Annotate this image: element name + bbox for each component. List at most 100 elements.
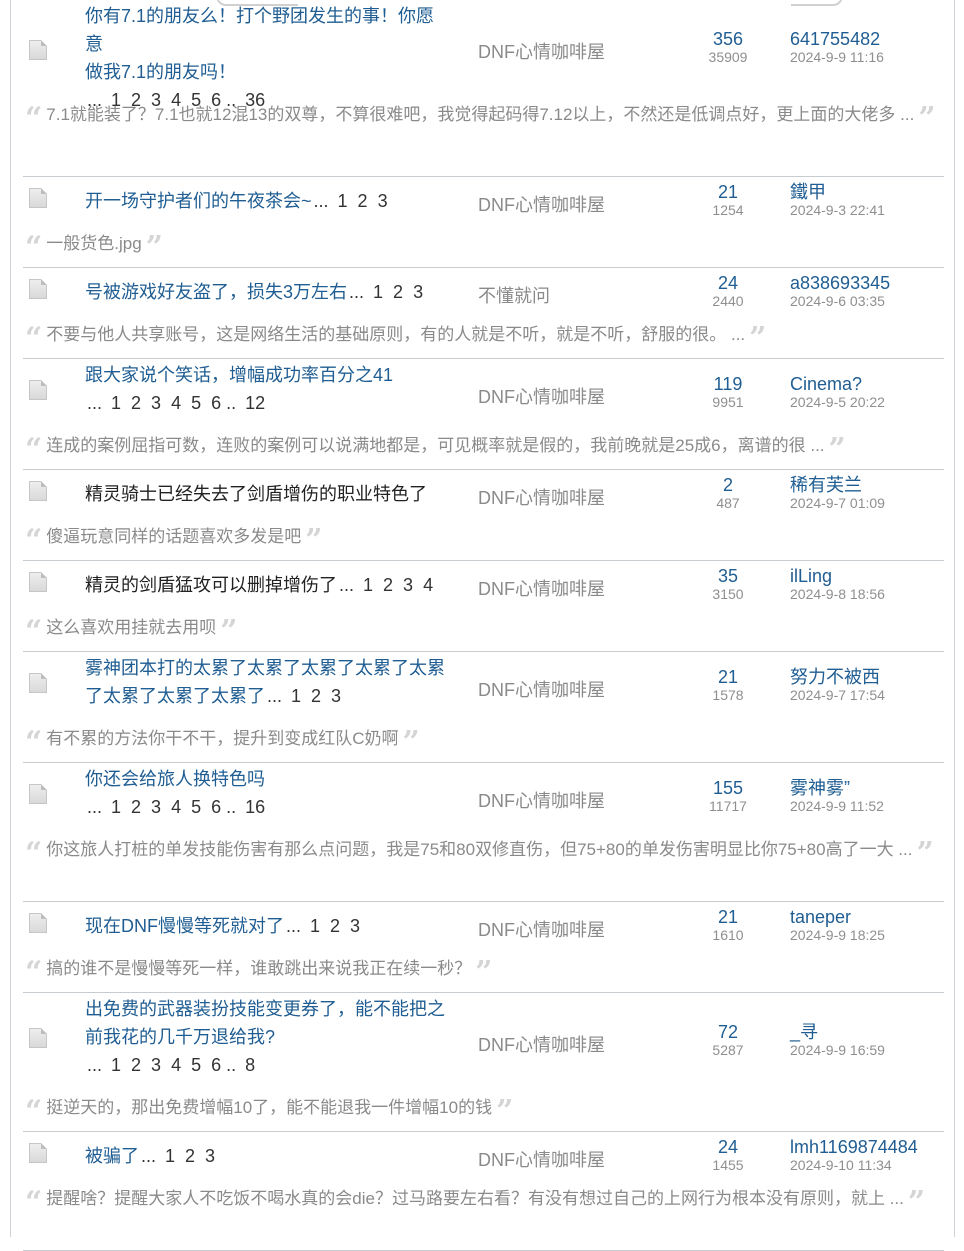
last-post-author[interactable]: a838693345	[790, 273, 960, 293]
forum-name[interactable]: DNF心情咖啡屋	[478, 191, 658, 217]
page-link-2[interactable]: 2	[131, 797, 141, 817]
forum-name[interactable]: DNF心情咖啡屋	[478, 575, 658, 601]
page-link-5[interactable]: 5	[191, 797, 201, 817]
page-link-5[interactable]: 5	[191, 393, 201, 413]
page-link-3[interactable]: 3	[151, 90, 161, 110]
reply-count[interactable]: 72	[693, 1022, 763, 1042]
page-link-1[interactable]: 1	[373, 282, 383, 302]
page-link-1[interactable]: 1	[363, 575, 373, 595]
thread-title-link[interactable]: 出免费的武器装扮技能变更券了，能不能把之	[85, 999, 445, 1019]
last-post-time[interactable]: 2024-9-9 16:59	[790, 1042, 960, 1058]
last-post-author[interactable]: ilLing	[790, 566, 960, 586]
page-link-1[interactable]: 1	[111, 797, 121, 817]
page-link-1[interactable]: 1	[111, 1055, 121, 1075]
page-link-1[interactable]: 1	[291, 686, 301, 706]
reply-count[interactable]: 2	[693, 475, 763, 495]
page-link-2[interactable]: 2	[131, 1055, 141, 1075]
last-post-time[interactable]: 2024-9-5 20:22	[790, 394, 960, 410]
last-post-author[interactable]: lmh1169874484	[790, 1137, 960, 1157]
page-link-3[interactable]: 3	[151, 797, 161, 817]
last-post-author[interactable]: taneper	[790, 907, 960, 927]
thread-title-link[interactable]: 精灵骑士已经失去了剑盾增伤的职业特色了	[85, 484, 427, 504]
last-post-time[interactable]: 2024-9-3 22:41	[790, 202, 960, 218]
forum-name[interactable]: DNF心情咖啡屋	[478, 484, 658, 510]
last-post-author[interactable]: 稀有芙兰	[790, 475, 960, 495]
last-post-author[interactable]: Cinema?	[790, 374, 960, 394]
reply-count[interactable]: 24	[693, 1137, 763, 1157]
last-post-author[interactable]: 雾神雾”	[790, 778, 960, 798]
page-link-3[interactable]: 3	[350, 916, 360, 936]
page-link-6[interactable]: 6	[211, 90, 221, 110]
last-post-time[interactable]: 2024-9-8 18:56	[790, 586, 960, 602]
page-link-last[interactable]: 16	[245, 797, 265, 817]
thread-title-link[interactable]: 了太累了太累了太累了	[85, 686, 265, 706]
page-link-3[interactable]: 3	[413, 282, 423, 302]
forum-name[interactable]: DNF心情咖啡屋	[478, 1146, 658, 1172]
thread-title-link[interactable]: 跟大家说个笑话，增幅成功率百分之41	[85, 365, 393, 385]
page-link-6[interactable]: 6	[211, 393, 221, 413]
thread-title-link[interactable]: 现在DNF慢慢等死就对了	[85, 916, 284, 936]
last-post-time[interactable]: 2024-9-9 18:25	[790, 927, 960, 943]
reply-count[interactable]: 35	[693, 566, 763, 586]
reply-count[interactable]: 155	[693, 778, 763, 798]
forum-name[interactable]: 不懂就问	[478, 282, 658, 308]
page-link-3[interactable]: 3	[403, 575, 413, 595]
thread-title-link[interactable]: 号被游戏好友盗了，损失3万左右	[85, 282, 347, 302]
page-link-last[interactable]: 8	[245, 1055, 255, 1075]
page-link-2[interactable]: 2	[383, 575, 393, 595]
page-link-3[interactable]: 3	[151, 393, 161, 413]
last-post-author[interactable]: _寻	[790, 1022, 960, 1042]
page-link-1[interactable]: 1	[111, 393, 121, 413]
page-link-2[interactable]: 2	[185, 1146, 195, 1166]
page-link-5[interactable]: 5	[191, 1055, 201, 1075]
page-link-2[interactable]: 2	[311, 686, 321, 706]
page-link-3[interactable]: 3	[331, 686, 341, 706]
reply-count[interactable]: 21	[693, 907, 763, 927]
page-link-3[interactable]: 3	[151, 1055, 161, 1075]
page-link-5[interactable]: 5	[191, 90, 201, 110]
page-link-4[interactable]: 4	[171, 1055, 181, 1075]
page-link-2[interactable]: 2	[131, 90, 141, 110]
reply-count[interactable]: 356	[693, 29, 763, 49]
page-link-2[interactable]: 2	[330, 916, 340, 936]
forum-name[interactable]: DNF心情咖啡屋	[478, 383, 658, 409]
page-link-3[interactable]: 3	[378, 191, 388, 211]
thread-title-link[interactable]: 你还会给旅人换特色吗	[85, 769, 265, 789]
page-link-last[interactable]: 12	[245, 393, 265, 413]
page-link-1[interactable]: 1	[111, 90, 121, 110]
page-link-4[interactable]: 4	[171, 797, 181, 817]
last-post-author[interactable]: 641755482	[790, 29, 960, 49]
thread-title-link[interactable]: 开一场守护者们的午夜茶会~	[85, 191, 312, 211]
forum-name[interactable]: DNF心情咖啡屋	[478, 38, 658, 64]
thread-title-link[interactable]: 精灵的剑盾猛攻可以删掉增伤了	[85, 575, 337, 595]
reply-count[interactable]: 119	[693, 374, 763, 394]
reply-count[interactable]: 21	[693, 182, 763, 202]
thread-title-link[interactable]: 做我7.1的朋友吗！	[85, 62, 236, 82]
last-post-time[interactable]: 2024-9-9 11:52	[790, 798, 960, 814]
last-post-author[interactable]: 努力不被西	[790, 667, 960, 687]
forum-name[interactable]: DNF心情咖啡屋	[478, 676, 658, 702]
last-post-time[interactable]: 2024-9-10 11:34	[790, 1157, 960, 1173]
last-post-time[interactable]: 2024-9-9 11:16	[790, 49, 960, 65]
last-post-time[interactable]: 2024-9-6 03:35	[790, 293, 960, 309]
thread-title-link[interactable]: 雾神团本打的太累了太累了太累了太累了太累	[85, 658, 445, 678]
last-post-time[interactable]: 2024-9-7 01:09	[790, 495, 960, 511]
forum-name[interactable]: DNF心情咖啡屋	[478, 916, 658, 942]
last-post-author[interactable]: 鐵甲	[790, 182, 960, 202]
page-link-2[interactable]: 2	[131, 393, 141, 413]
last-post-time[interactable]: 2024-9-7 17:54	[790, 687, 960, 703]
forum-name[interactable]: DNF心情咖啡屋	[478, 787, 658, 813]
page-link-1[interactable]: 1	[165, 1146, 175, 1166]
reply-count[interactable]: 24	[693, 273, 763, 293]
page-link-4[interactable]: 4	[171, 393, 181, 413]
page-link-3[interactable]: 3	[205, 1146, 215, 1166]
thread-title-link[interactable]: 前我花的几千万退给我?	[85, 1027, 275, 1047]
page-link-1[interactable]: 1	[310, 916, 320, 936]
page-link-4[interactable]: 4	[171, 90, 181, 110]
page-link-4[interactable]: 4	[423, 575, 433, 595]
page-link-2[interactable]: 2	[393, 282, 403, 302]
reply-count[interactable]: 21	[693, 667, 763, 687]
page-link-6[interactable]: 6	[211, 1055, 221, 1075]
thread-title-link[interactable]: 被骗了	[85, 1146, 139, 1166]
page-link-6[interactable]: 6	[211, 797, 221, 817]
